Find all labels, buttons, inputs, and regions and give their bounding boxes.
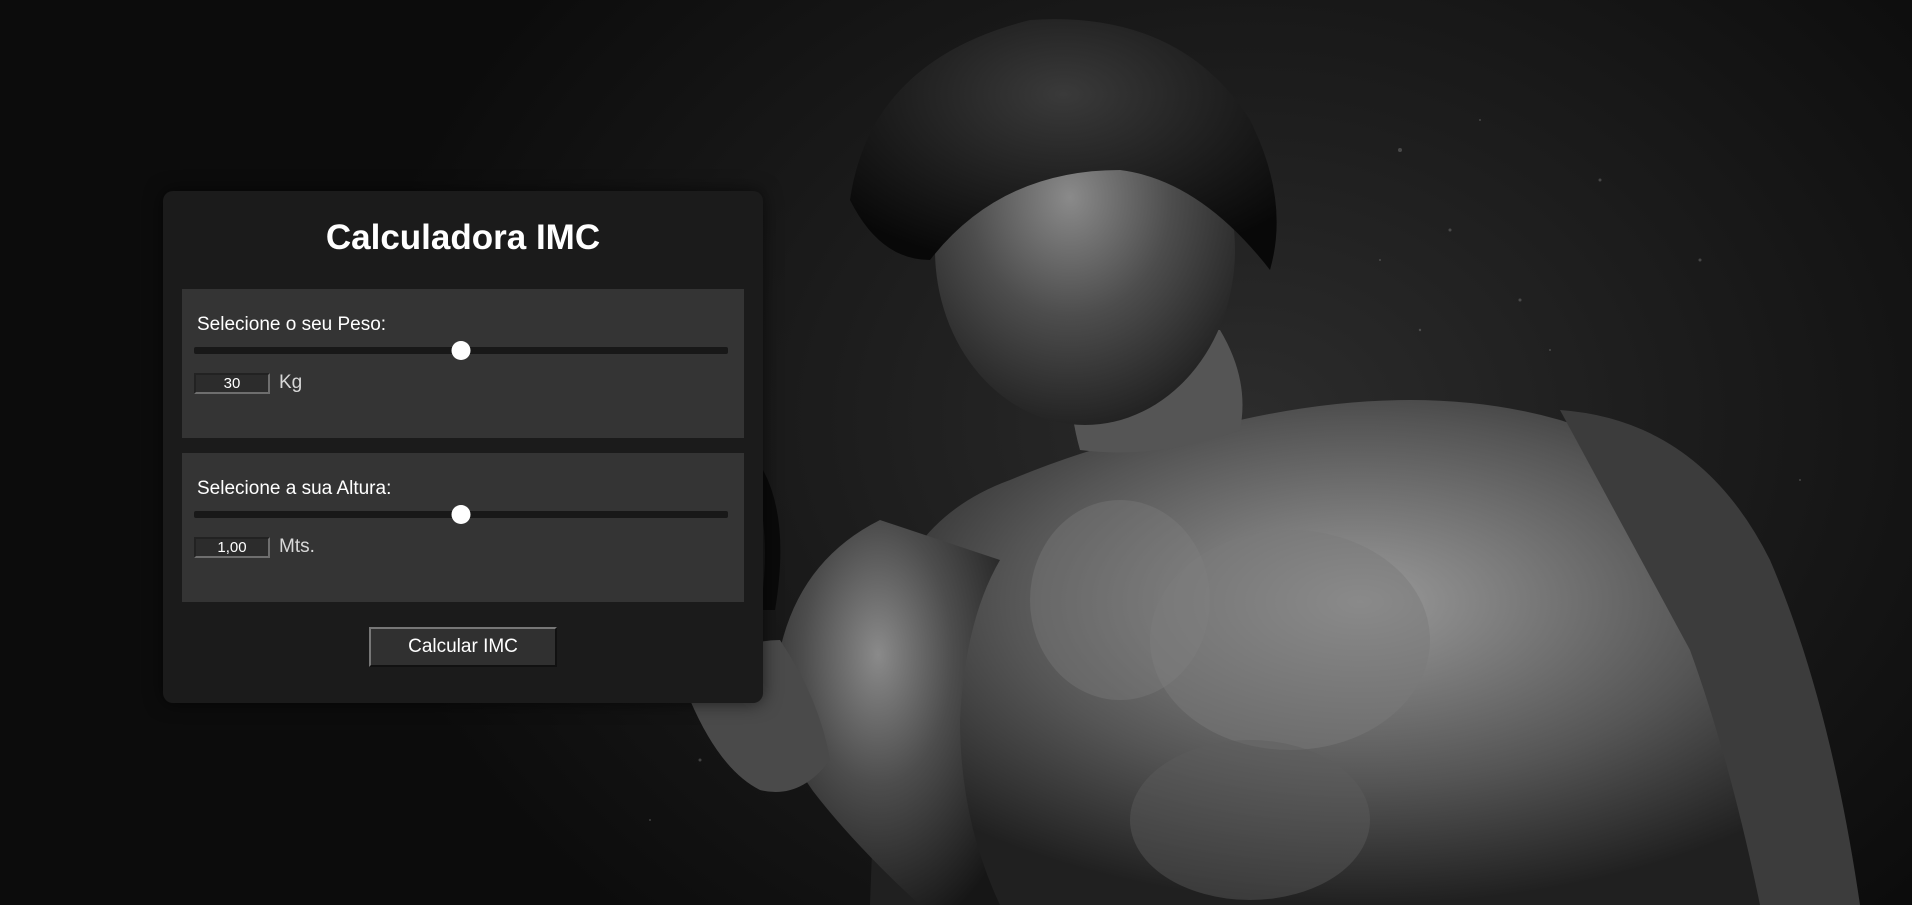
- calculator-title: Calculadora IMC: [325, 218, 601, 257]
- weight-panel: Selecione o seu Peso: Kg: [182, 289, 744, 438]
- height-slider[interactable]: [194, 505, 728, 524]
- weight-slider-thumb[interactable]: [451, 341, 471, 360]
- weight-unit: Kg: [279, 372, 303, 393]
- bmi-calculator-card: Calculadora IMC Selecione o seu Peso: Kg…: [163, 191, 763, 703]
- height-value-input[interactable]: [194, 537, 270, 558]
- weight-value-input[interactable]: [194, 373, 270, 394]
- weight-slider[interactable]: [194, 341, 728, 360]
- calculate-bmi-button[interactable]: Calcular IMC: [369, 627, 557, 667]
- height-unit: Mts.: [279, 536, 315, 557]
- height-panel: Selecione a sua Altura: Mts.: [182, 453, 744, 602]
- page: Calculadora IMC Selecione o seu Peso: Kg…: [0, 0, 1912, 905]
- height-label: Selecione a sua Altura:: [197, 478, 392, 499]
- weight-label: Selecione o seu Peso:: [197, 314, 387, 335]
- height-slider-thumb[interactable]: [451, 505, 471, 524]
